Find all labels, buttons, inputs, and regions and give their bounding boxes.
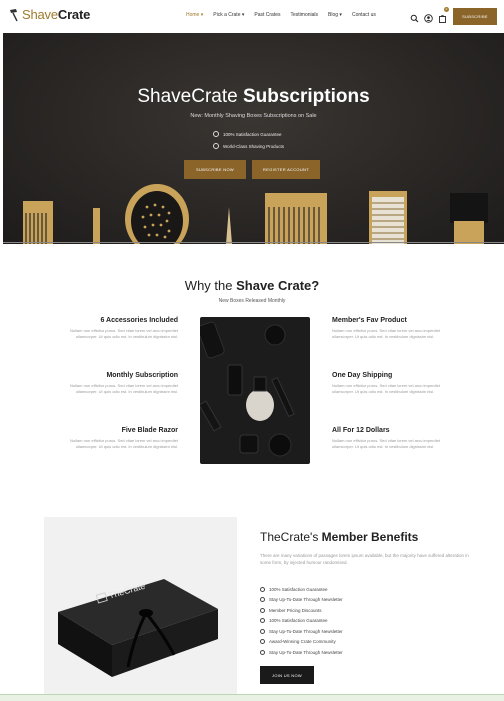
hero-subtitle: New: Monthly Shaving Boxes Subscriptions… <box>190 113 317 119</box>
top-navbar: ShaveCrate Home ▾ Pick a Crate ▾ Past Cr… <box>0 0 504 32</box>
join-us-button[interactable]: JOIN US NOW <box>260 666 314 684</box>
feature-razor: Five Blade Razor Nullam non efficitur pu… <box>50 427 178 450</box>
feature-desc: Nullam non efficitur purus. Sed vitae lo… <box>70 328 178 339</box>
feature-monthly: Monthly Subscription Nullam non efficitu… <box>50 372 178 395</box>
feature-title: One Day Shipping <box>332 372 393 379</box>
check-circle-icon <box>260 628 265 634</box>
benefit-item: Stay Up-To-Date Through Newsletter <box>260 595 343 606</box>
hero-checklist: 100% Satisfaction Guarantee World-Class … <box>213 131 284 155</box>
why-section-subtitle: New Boxes Released Monthly <box>218 298 286 304</box>
hero-check-item: World-Class Shaving Products <box>213 143 284 149</box>
hero-title: ShaveCrate Subscriptions <box>137 86 370 107</box>
feature-price: All For 12 Dollars Nullam non efficitur … <box>332 427 460 450</box>
check-circle-icon <box>260 597 265 603</box>
feature-desc: Nullam non efficitur purus. Sed vitae lo… <box>70 438 178 449</box>
check-circle-icon <box>260 649 265 655</box>
why-section-title: Why the Shave Crate? <box>184 278 320 293</box>
check-circle-icon <box>213 143 219 149</box>
subscribe-button[interactable]: SUBSCRIBE <box>453 8 497 25</box>
benefit-item: Member Pricing Discounts <box>260 605 343 616</box>
feature-title: Monthly Subscription <box>106 372 178 379</box>
feature-desc: Nullam non efficitur purus. Sed vitae lo… <box>332 438 440 449</box>
benefits-list: 100% Satisfaction Guarantee Stay Up-To-D… <box>260 584 343 658</box>
check-circle-icon <box>260 618 265 624</box>
menu-item-blog[interactable]: Blog ▾ <box>328 12 342 18</box>
feature-fav-product: Member's Fav Product Nullam non efficitu… <box>332 317 460 340</box>
benefits-description: There are many variations of passages lo… <box>260 553 469 565</box>
hero-divider-line <box>3 242 504 243</box>
feature-title: 6 Accessories Included <box>100 317 178 324</box>
benefit-item: 100% Satisfaction Guarantee <box>260 584 343 595</box>
check-circle-icon <box>213 131 219 137</box>
feature-title: Five Blade Razor <box>121 427 178 434</box>
razor-logo-icon <box>10 8 18 21</box>
crate-box-image: TheCrate <box>44 517 237 697</box>
menu-item-pick-a-crate[interactable]: Pick a Crate ▾ <box>213 12 244 18</box>
nav-icons: 0 <box>410 7 449 23</box>
menu-item-contact[interactable]: Contact us <box>352 12 376 18</box>
logo-text: ShaveCrate <box>22 7 91 22</box>
menu-item-testimonials[interactable]: Testimonials <box>291 12 319 18</box>
user-icon[interactable] <box>424 10 433 23</box>
hero-check-item: 100% Satisfaction Guarantee <box>213 131 284 137</box>
feature-desc: Nullam non efficitur purus. Sed vitae lo… <box>332 383 440 394</box>
cart-icon[interactable]: 0 <box>438 7 449 23</box>
benefit-item: Stay Up-To-Date Through Newsletter <box>260 647 343 658</box>
feature-title: All For 12 Dollars <box>332 427 390 434</box>
browser-status-bar <box>0 694 504 701</box>
check-circle-icon <box>260 607 265 613</box>
check-circle-icon <box>260 639 265 645</box>
feature-desc: Nullam non efficitur purus. Sed vitae lo… <box>332 328 440 339</box>
benefit-item: 100% Satisfaction Guarantee <box>260 616 343 627</box>
menu-item-past-crates[interactable]: Past Crates <box>254 12 280 18</box>
check-circle-icon <box>260 586 265 592</box>
benefit-item: Award-Winning Crate Community <box>260 637 343 648</box>
feature-shipping: One Day Shipping Nullam non efficitur pu… <box>332 372 460 395</box>
search-icon[interactable] <box>410 10 419 23</box>
benefit-item: Stay Up-To-Date Through Newsletter <box>260 626 343 637</box>
feature-title: Member's Fav Product <box>332 317 407 324</box>
shaving-tools-image <box>23 184 488 244</box>
feature-desc: Nullam non efficitur purus. Sed vitae lo… <box>70 383 178 394</box>
logo[interactable]: ShaveCrate <box>8 7 90 22</box>
hero-banner: ShaveCrate Subscriptions New: Monthly Sh… <box>3 33 504 244</box>
main-menu: Home ▾ Pick a Crate ▾ Past Crates Testim… <box>186 12 386 18</box>
menu-item-home[interactable]: Home ▾ <box>186 12 203 18</box>
feature-accessories: 6 Accessories Included Nullam non effici… <box>50 317 178 340</box>
cart-count-badge: 0 <box>444 7 449 12</box>
benefits-title: TheCrate's Member Benefits <box>260 530 419 544</box>
shaving-kit-image <box>200 317 310 464</box>
